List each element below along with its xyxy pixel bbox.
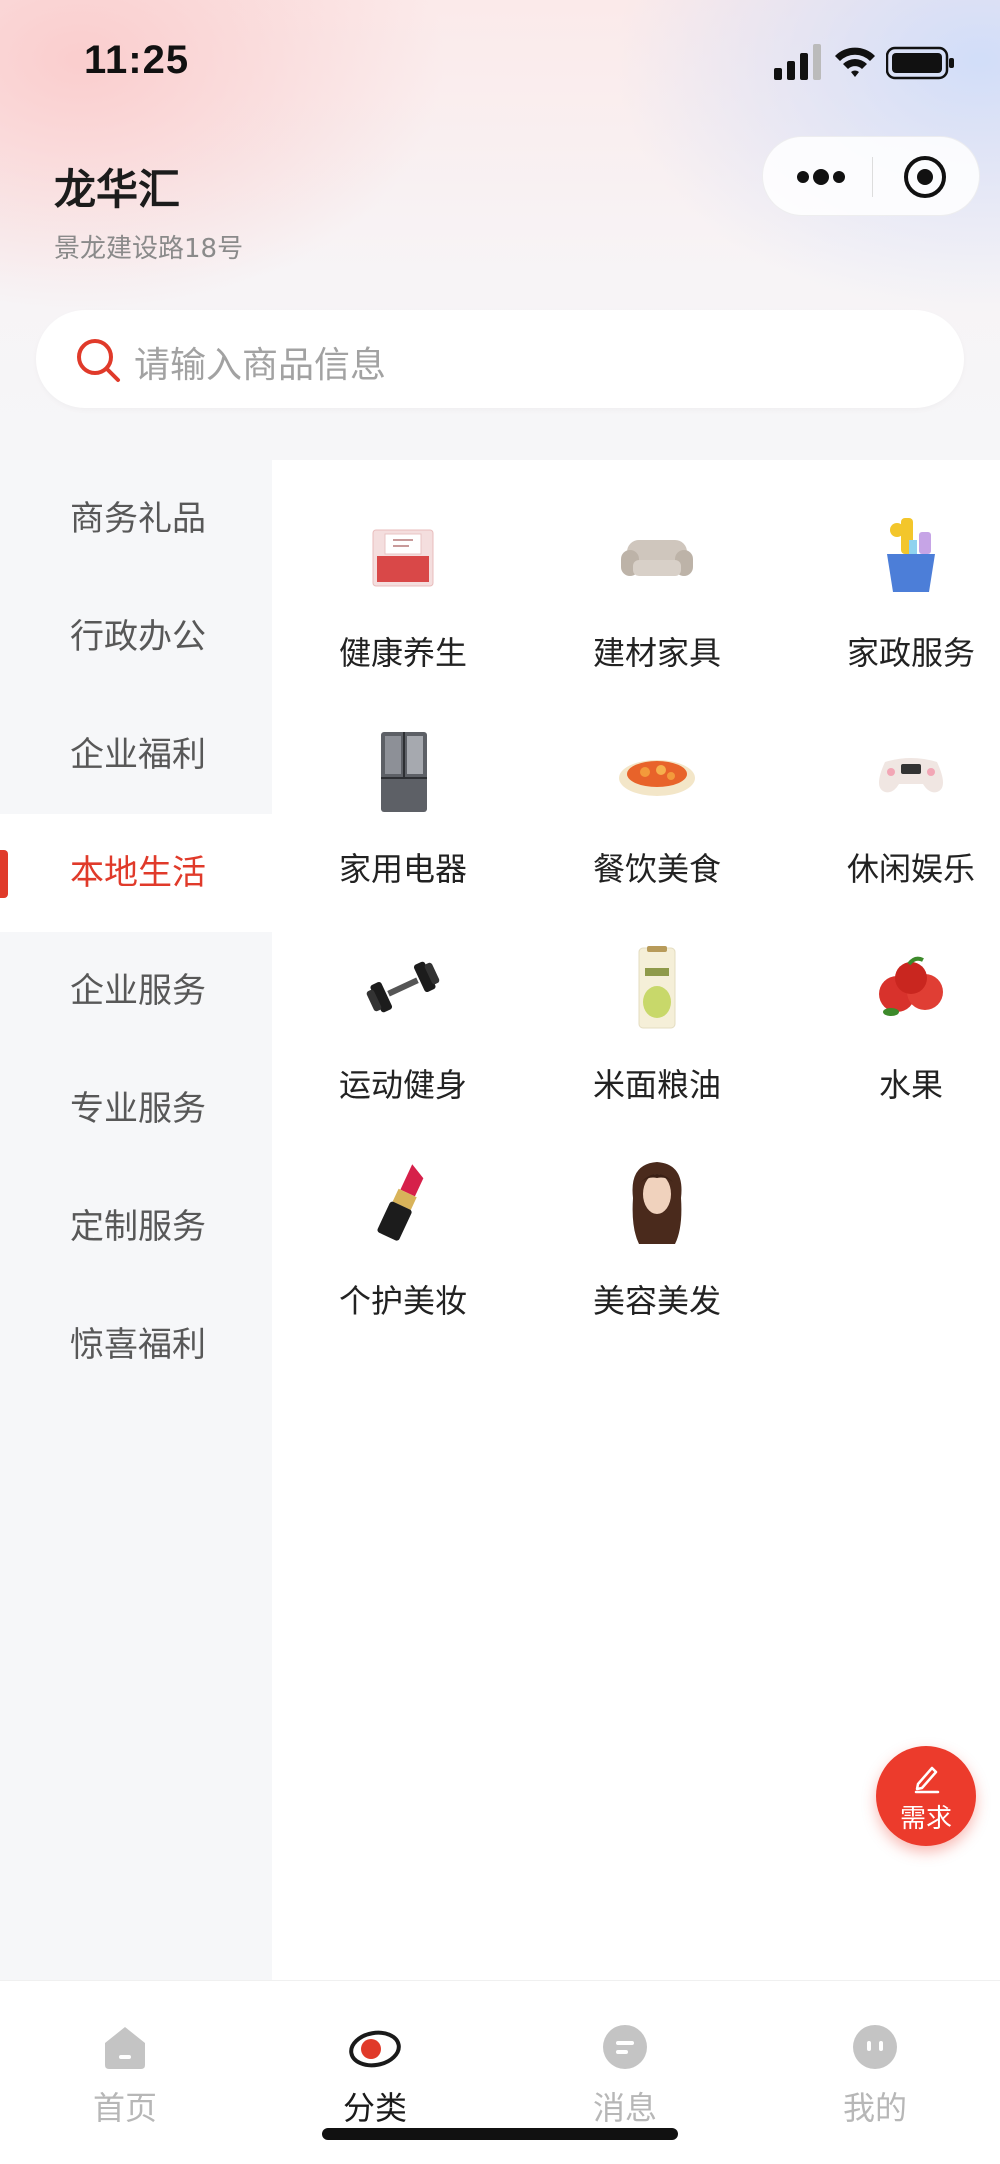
tab-label: 消息: [592, 2089, 657, 2127]
sofa-icon: [621, 540, 693, 576]
category-food[interactable]: 餐饮美食: [532, 676, 782, 888]
sidebar-item-label: 企业福利: [70, 735, 206, 775]
more-options-icon[interactable]: [793, 159, 849, 195]
category-sidebar: 商务礼品 行政办公 企业福利 本地生活 企业服务 专业服务 定制服务 惊喜福利: [0, 460, 272, 1980]
sidebar-item-employee-benefits[interactable]: 企业福利: [0, 696, 272, 814]
category-furniture[interactable]: 建材家具: [532, 460, 782, 672]
category-label: 米面粮油: [592, 1066, 721, 1104]
tab-label: 分类: [342, 2089, 407, 2127]
category-fitness[interactable]: 运动健身: [278, 892, 528, 1104]
close-miniprogram-icon[interactable]: [901, 153, 949, 201]
category-label: 建材家具: [592, 634, 721, 672]
shop-address: 景龙建设路18号: [54, 234, 244, 264]
rice-bag-icon: [638, 946, 676, 1029]
sidebar-item-surprise-benefits[interactable]: 惊喜福利: [0, 1286, 272, 1404]
tab-profile[interactable]: 我的: [750, 1981, 1000, 2164]
demand-fab-button[interactable]: 需求: [876, 1746, 976, 1846]
sidebar-item-professional-services[interactable]: 专业服务: [0, 1050, 272, 1168]
category-icon: [349, 2030, 401, 2068]
profile-icon: [853, 2025, 897, 2069]
dumbbell-icon: [366, 961, 440, 1013]
category-grains-oils[interactable]: 米面粮油: [532, 892, 782, 1104]
tab-label: 首页: [92, 2089, 157, 2127]
category-appliances[interactable]: 家用电器: [278, 676, 528, 888]
category-label: 健康养生: [338, 634, 467, 672]
gift-box-icon: [372, 529, 434, 587]
message-icon: [603, 2025, 647, 2069]
wig-icon: [632, 1162, 682, 1244]
category-health[interactable]: 健康养生: [278, 460, 528, 672]
signal-icon: [774, 44, 821, 80]
battery-icon: [886, 46, 954, 80]
sidebar-item-label: 行政办公: [70, 617, 206, 657]
category-housekeeping[interactable]: 家政服务: [786, 460, 1000, 672]
sidebar-item-business-gifts[interactable]: 商务礼品: [0, 460, 272, 578]
category-label: 家用电器: [338, 850, 467, 888]
category-label: 美容美发: [592, 1282, 721, 1320]
category-label: 运动健身: [338, 1066, 467, 1104]
wifi-icon: [835, 47, 875, 77]
lipstick-icon: [377, 1164, 424, 1241]
category-label: 家政服务: [846, 634, 975, 672]
refrigerator-icon: [381, 732, 427, 812]
fab-label: 需求: [899, 1804, 952, 1834]
category-beauty-hair[interactable]: 美容美发: [532, 1108, 782, 1320]
tab-home[interactable]: 首页: [0, 1981, 250, 2164]
sidebar-item-label: 定制服务: [70, 1207, 206, 1247]
sidebar-item-label: 专业服务: [70, 1089, 206, 1129]
sidebar-item-label: 惊喜福利: [70, 1325, 206, 1365]
subcategory-grid: 健康养生 建材家具 家政服务 家用电器 餐饮美食 休闲娱乐 运动健身 米面粮油 …: [272, 460, 1000, 1980]
home-icon: [105, 2027, 145, 2069]
active-indicator: [0, 850, 8, 898]
shop-name[interactable]: 龙华汇: [54, 156, 180, 217]
miniprogram-capsule: [762, 136, 980, 216]
cleaning-bucket-icon: [887, 518, 935, 592]
sidebar-item-custom-services[interactable]: 定制服务: [0, 1168, 272, 1286]
search-icon: [77, 339, 120, 382]
category-entertainment[interactable]: 休闲娱乐: [786, 676, 1000, 888]
search-bar[interactable]: 请输入商品信息: [36, 310, 964, 408]
category-fruit[interactable]: 水果: [786, 892, 1000, 1104]
capsule-divider: [872, 157, 873, 197]
sidebar-item-label: 商务礼品: [70, 499, 206, 539]
tab-label: 我的: [842, 2089, 907, 2127]
category-personal-care[interactable]: 个护美妆: [278, 1108, 528, 1320]
sidebar-item-local-life[interactable]: 本地生活: [0, 814, 272, 932]
edit-pen-icon: [914, 1766, 940, 1794]
sidebar-item-enterprise-services[interactable]: 企业服务: [0, 932, 272, 1050]
food-plate-icon: [619, 760, 695, 796]
search-placeholder: 请输入商品信息: [134, 345, 387, 386]
category-label: 餐饮美食: [592, 850, 721, 888]
apple-icon: [879, 956, 943, 1016]
game-controller-icon: [879, 758, 943, 793]
sidebar-item-label: 本地生活: [70, 853, 206, 893]
sidebar-item-label: 企业服务: [70, 971, 206, 1011]
category-label: 水果: [878, 1066, 943, 1104]
category-label: 休闲娱乐: [846, 850, 975, 888]
status-time: 11:25: [84, 38, 190, 82]
status-bar: 11:25: [0, 0, 1000, 120]
sidebar-item-office-admin[interactable]: 行政办公: [0, 578, 272, 696]
home-indicator: [322, 2128, 678, 2140]
category-label: 个护美妆: [338, 1282, 467, 1320]
